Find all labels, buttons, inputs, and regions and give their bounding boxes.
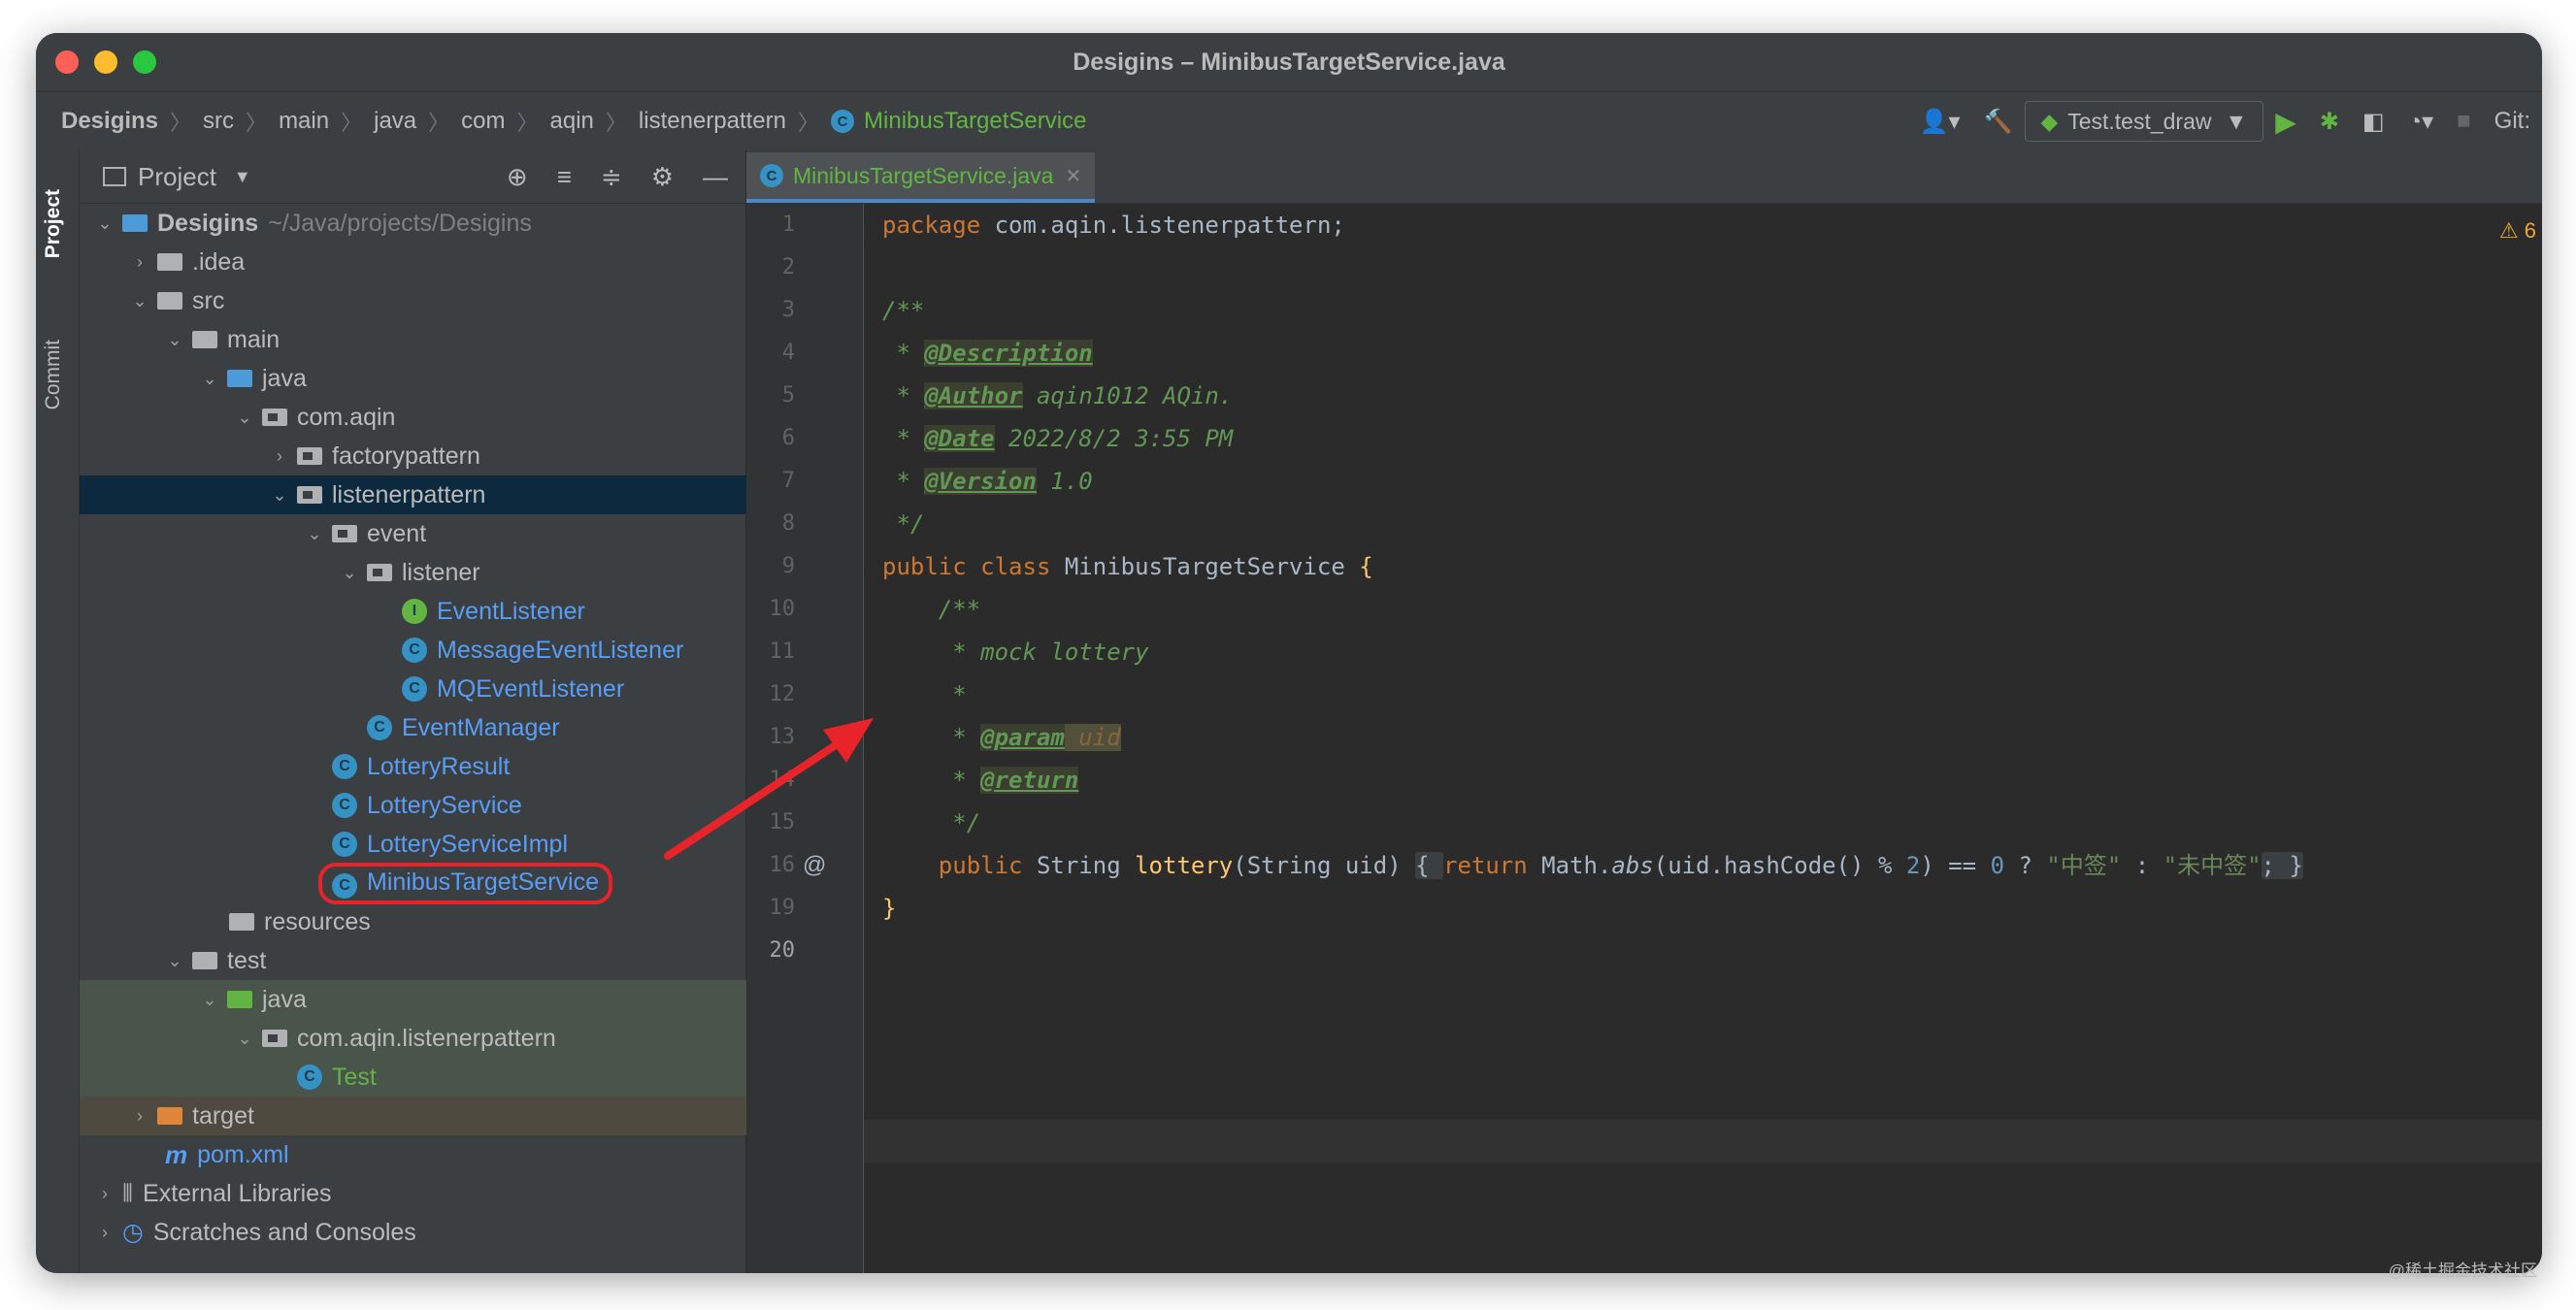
red-annotation-arrow [664,718,874,860]
watermark: @稀土掘金技术社区 [2388,1261,2537,1280]
